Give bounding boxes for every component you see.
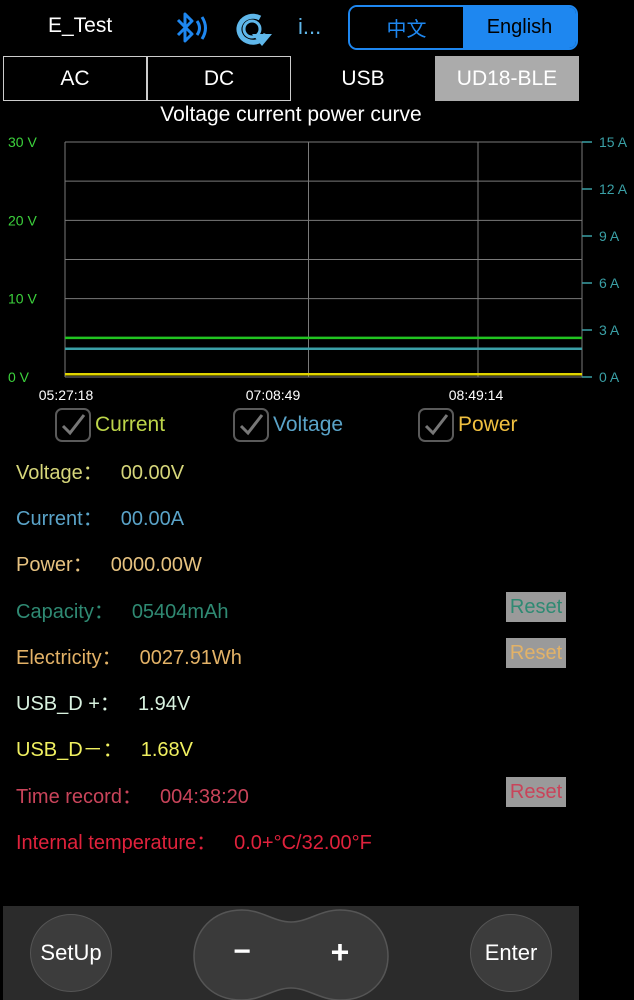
usb-dm-label: USB_D－：: [16, 739, 123, 761]
tab-ud18-ble[interactable]: UD18-BLE: [435, 56, 579, 101]
voltage-label: Voltage：: [16, 462, 103, 484]
electricity-label: Electricity：: [16, 647, 122, 669]
y-right-tick: 0 A: [599, 369, 620, 385]
y-right-tick: 6 A: [599, 275, 620, 291]
internal-temperature-label: Internal temperature：: [16, 832, 217, 854]
enter-button[interactable]: Enter: [470, 914, 552, 992]
lang-english-option[interactable]: English: [463, 7, 576, 48]
voltage-checkbox[interactable]: Voltage: [233, 408, 343, 442]
time-record-reading: Time record： 004:38:20: [16, 780, 249, 809]
power-checkbox-label: Power: [458, 413, 518, 436]
x-tick: 08:49:14: [449, 387, 504, 403]
y-right-tick: 15 A: [599, 134, 628, 150]
tab-dc[interactable]: DC: [147, 56, 291, 101]
time-record-value: 004:38:20: [159, 786, 249, 808]
current-value: 00.00A: [120, 508, 185, 530]
electricity-value: 0027.91Wh: [139, 647, 242, 669]
power-checkbox[interactable]: Power: [418, 408, 518, 442]
power-value: 0000.00W: [110, 554, 202, 576]
refresh-icon[interactable]: [230, 8, 278, 50]
usb-dm-reading: USB_D－： 1.68V: [16, 733, 193, 762]
internal-temperature-value: 0.0+°C/32.00°F: [234, 832, 372, 854]
current-checkbox-label: Current: [95, 413, 166, 436]
checkbox-check-icon[interactable]: [55, 408, 91, 442]
language-toggle[interactable]: 中文 English: [348, 5, 578, 50]
checkbox-check-icon[interactable]: [418, 408, 454, 442]
capacity-reading: Capacity： 05404mAh: [16, 595, 229, 624]
electricity-reset-button[interactable]: Reset: [506, 638, 566, 668]
current-label: Current：: [16, 508, 103, 530]
usb-dp-reading: USB_D +： 1.94V: [16, 687, 190, 716]
internal-temperature-reading: Internal temperature： 0.0+°C/32.00°F: [16, 826, 372, 855]
power-label: Power：: [16, 554, 93, 576]
voltage-value: 00.00V: [120, 462, 185, 484]
setup-button[interactable]: SetUp: [30, 914, 112, 992]
plus-button[interactable]: +: [320, 932, 360, 972]
tab-ac[interactable]: AC: [3, 56, 147, 101]
current-checkbox[interactable]: Current: [55, 408, 165, 442]
time-record-label: Time record：: [16, 786, 142, 808]
device-tabs: AC DC USB UD18-BLE: [3, 56, 579, 101]
usb-dp-value: 1.94V: [137, 693, 191, 715]
voltage-checkbox-label: Voltage: [273, 413, 344, 436]
y-left-tick: 30 V: [8, 134, 37, 150]
usb-dm-value: 1.68V: [140, 739, 193, 761]
y-right-tick: 12 A: [599, 181, 628, 197]
current-reading: Current： 00.00A: [16, 502, 184, 531]
usb-dp-label: USB_D +：: [16, 693, 120, 715]
chart-title: Voltage current power curve: [160, 103, 422, 126]
checkbox-check-icon[interactable]: [233, 408, 269, 442]
capacity-value: 05404mAh: [131, 601, 229, 623]
y-left-tick: 0 V: [8, 369, 30, 385]
y-right-tick: 9 A: [599, 228, 620, 244]
bluetooth-icon[interactable]: [168, 8, 216, 50]
tab-usb[interactable]: USB: [291, 56, 435, 101]
lang-chinese-option[interactable]: 中文: [350, 7, 463, 48]
y-left-tick: 10 V: [8, 291, 37, 307]
electricity-reading: Electricity： 0027.91Wh: [16, 641, 242, 670]
minus-button[interactable]: −: [224, 932, 260, 972]
power-reading: Power： 0000.00W: [16, 548, 202, 577]
capacity-reset-button[interactable]: Reset: [506, 592, 566, 622]
voltage-reading: Voltage： 00.00V: [16, 456, 184, 485]
minus-plus-pill: − +: [192, 906, 390, 1000]
y-right-tick: 3 A: [599, 322, 620, 338]
device-name: E_Test: [48, 14, 113, 37]
curve-chart: 0 V 10 V 20 V 30 V 0 A 3 A 6 A 9 A 12 A 15 A 05:27…: [8, 134, 628, 403]
y-left-tick: 20 V: [8, 212, 37, 228]
info-text[interactable]: i...: [298, 14, 321, 40]
time-record-reset-button[interactable]: Reset: [506, 777, 566, 807]
x-tick: 05:27:18: [39, 387, 94, 403]
capacity-label: Capacity：: [16, 601, 114, 623]
x-tick: 07:08:49: [246, 387, 301, 403]
